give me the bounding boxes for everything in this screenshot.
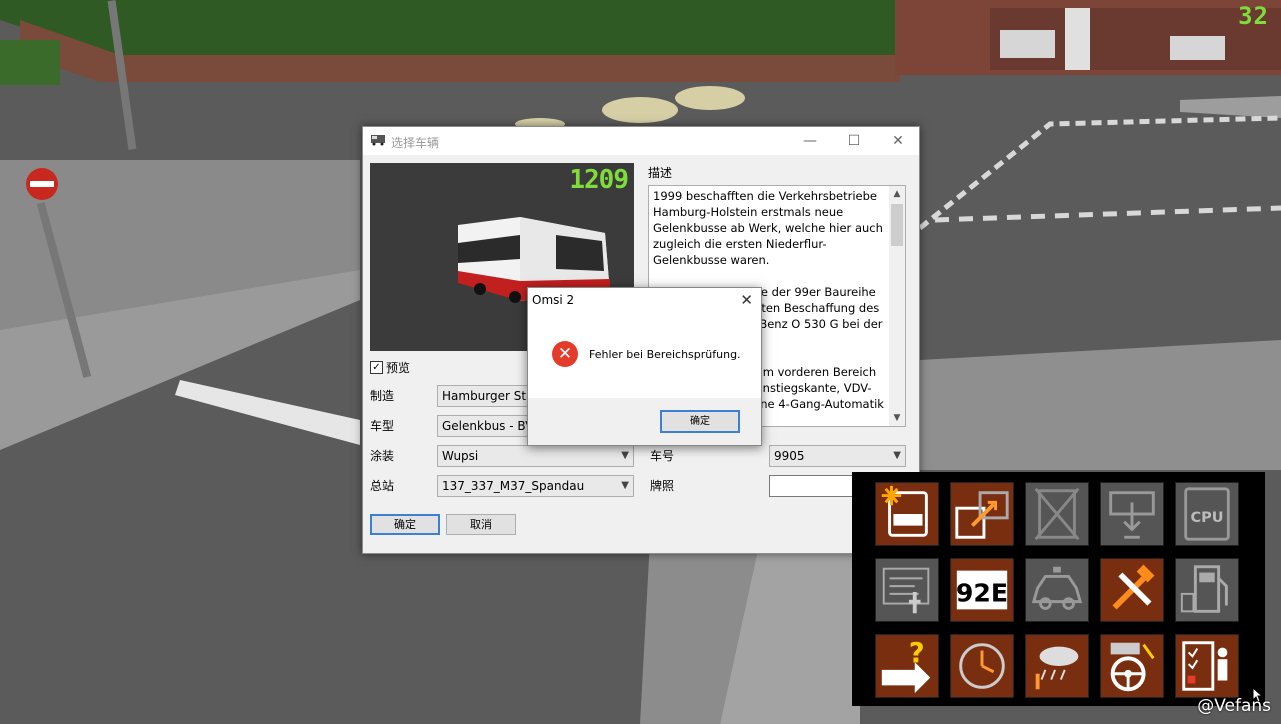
bus-damage-tool[interactable] (875, 482, 939, 546)
cancel-button[interactable]: 取消 (446, 514, 516, 535)
bus-crossed-icon (1034, 487, 1080, 541)
wrench-hammer-icon (1112, 564, 1155, 610)
police-car-icon (1031, 566, 1083, 610)
bus-app-icon (371, 135, 385, 146)
bus-swap-icon (955, 491, 1009, 539)
simulator-tool-panel: CPU 92E ? (852, 472, 1265, 706)
license-plate-label: 牌照 (650, 479, 675, 493)
livery-label: 涂装 (370, 449, 395, 463)
bus-swap-tool[interactable] (950, 482, 1014, 546)
repair-tool[interactable] (1100, 558, 1164, 622)
vehicle-number-value: 9905 (774, 449, 805, 463)
cpu-bus-icon: CPU (1184, 487, 1230, 541)
error-message-box: Omsi 2 ✕ ✕ Fehler bei Bereichsprüfung. 确… (527, 287, 762, 446)
cpu-label: CPU (1190, 510, 1223, 526)
time-tool[interactable] (950, 634, 1014, 698)
bus-damage-icon (881, 485, 928, 537)
fps-counter: 32 (1238, 2, 1269, 30)
bus-lift-icon (1109, 491, 1155, 539)
preview-checkbox[interactable]: ✓ 预览 (370, 359, 410, 376)
chevron-down-icon: ▼ (621, 480, 629, 491)
destination-display-icon: 92E (956, 570, 1008, 610)
refuel-tool[interactable] (1175, 558, 1239, 622)
help-arrow-icon: ? (881, 638, 931, 694)
fuel-pump-icon (1180, 565, 1228, 613)
preview-checkbox-label: 预览 (386, 361, 411, 375)
ai-bus-tool[interactable]: CPU (1175, 482, 1239, 546)
display-label: 92E (956, 579, 1008, 608)
message-ok-button[interactable]: 确定 (660, 410, 740, 433)
terminus-value: 137_337_M37_Spandau (442, 479, 585, 493)
chevron-down-icon: ▼ (621, 450, 629, 461)
error-message: Fehler bei Bereichsprüfung. (589, 348, 741, 361)
chevron-down-icon: ▼ (893, 450, 901, 461)
scroll-thumb[interactable] (891, 204, 903, 246)
weather-tool[interactable] (1025, 634, 1089, 698)
description-scrollbar[interactable]: ▲ ▼ (889, 186, 905, 426)
driver-tool[interactable] (1100, 634, 1164, 698)
timetable-hand-icon (882, 567, 930, 614)
watermark: @Vefans (1197, 696, 1271, 716)
remove-bus-tool[interactable] (1025, 482, 1089, 546)
terminus-label: 总站 (370, 479, 395, 493)
minimize-icon[interactable]: — (795, 131, 825, 151)
vehicle-number-select[interactable]: 9905 ▼ (769, 445, 906, 467)
checklist-person-icon (1182, 641, 1228, 691)
help-tool[interactable]: ? (875, 634, 939, 698)
error-icon: ✕ (552, 341, 578, 367)
scroll-down-icon[interactable]: ▼ (889, 410, 905, 426)
livery-value: Wupsi (442, 449, 479, 463)
steering-wheel-icon (1110, 642, 1155, 692)
manufacturer-label: 制造 (370, 389, 395, 403)
maximize-icon[interactable]: ☐ (839, 131, 869, 151)
message-box-title: Omsi 2 (532, 293, 575, 307)
model-label: 车型 (370, 419, 395, 433)
passenger-tool[interactable] (1175, 634, 1239, 698)
timetable-tool[interactable] (875, 558, 939, 622)
description-label: 描述 (648, 166, 673, 180)
ok-button[interactable]: 确定 (370, 514, 440, 535)
model-value: Gelenkbus - BV (442, 419, 534, 433)
destination-display-tool[interactable]: 92E (950, 558, 1014, 622)
dialog-title: 选择车辆 (391, 136, 440, 150)
message-box-footer: 确定 (528, 398, 761, 445)
clock-icon (959, 643, 1005, 689)
svg-text:?: ? (909, 638, 925, 669)
close-icon[interactable]: ✕ (740, 291, 753, 309)
dialog-titlebar[interactable]: 选择车辆 — ☐ ✕ (363, 127, 919, 155)
livery-select[interactable]: Wupsi ▼ (437, 445, 634, 467)
weather-cloud-icon (1035, 646, 1079, 690)
terminus-select[interactable]: 137_337_M37_Spandau ▼ (437, 475, 634, 497)
police-car-tool[interactable] (1025, 558, 1089, 622)
vehicle-number-label: 车号 (650, 449, 675, 463)
scroll-up-icon[interactable]: ▲ (889, 186, 905, 202)
close-icon[interactable]: ✕ (883, 131, 913, 151)
bus-lift-tool[interactable] (1100, 482, 1164, 546)
checkbox-checked-icon: ✓ (370, 361, 383, 374)
